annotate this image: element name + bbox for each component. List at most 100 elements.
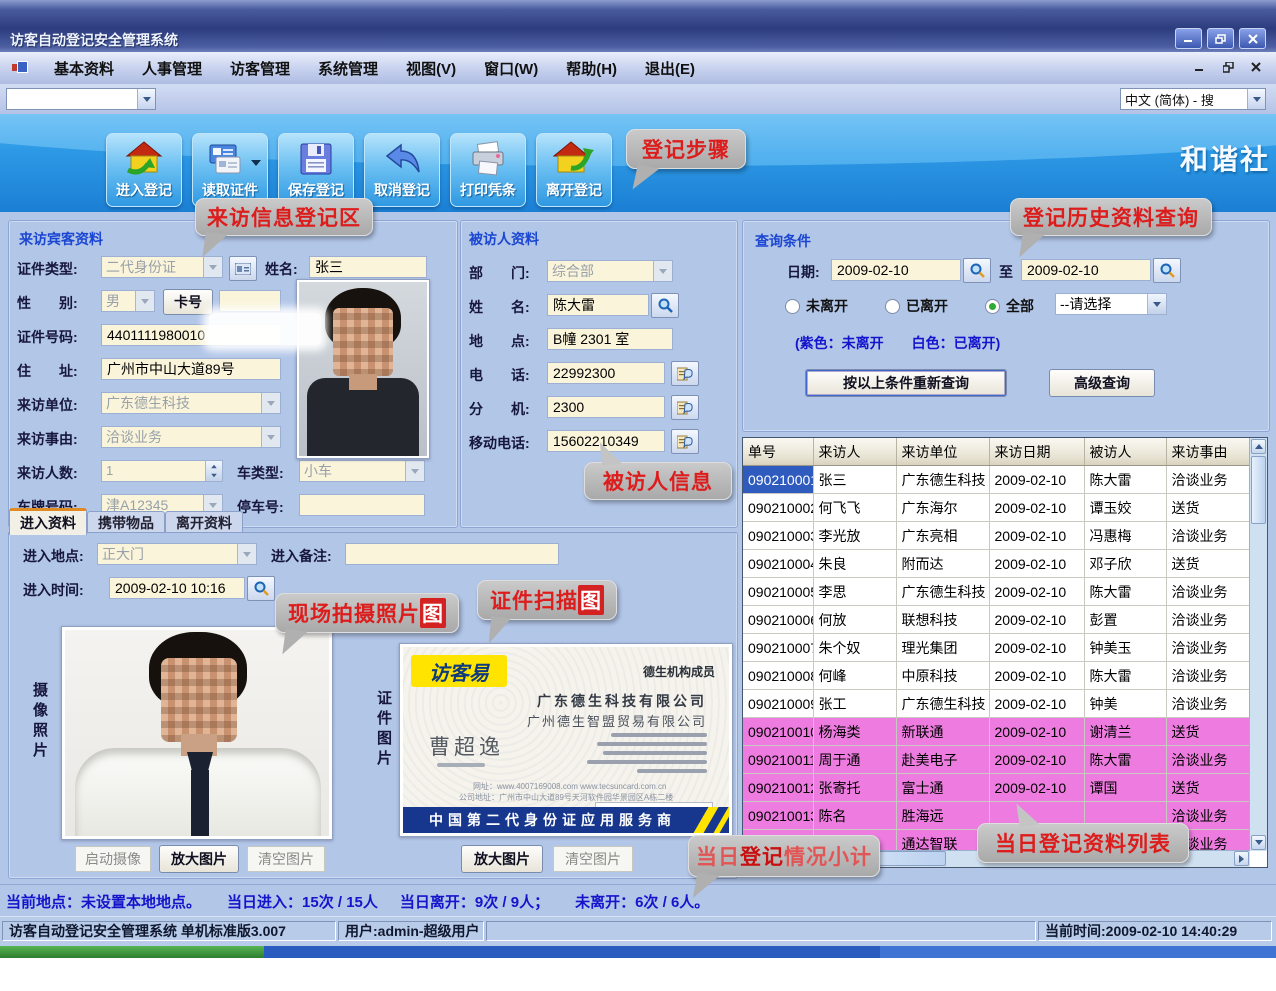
reason-dropdown[interactable]: 洽谈业务 bbox=[101, 426, 281, 448]
entry-note-input[interactable] bbox=[345, 543, 559, 565]
search-icon[interactable] bbox=[651, 293, 679, 318]
zoom-photo-button[interactable]: 放大图片 bbox=[159, 845, 239, 873]
table-cell[interactable]: 陈大雷 bbox=[1084, 662, 1166, 690]
table-cell[interactable]: 朱良 bbox=[813, 550, 896, 578]
call-note-icon[interactable] bbox=[671, 429, 699, 454]
table-cell[interactable]: 广东海尔 bbox=[896, 494, 989, 522]
table-cell[interactable]: 杨海类 bbox=[813, 718, 896, 746]
table-cell[interactable]: 广东亮相 bbox=[896, 522, 989, 550]
table-cell[interactable]: 2009-02-10 bbox=[989, 662, 1084, 690]
radio-icon[interactable] bbox=[985, 299, 1000, 314]
table-cell[interactable]: 洽谈业务 bbox=[1166, 466, 1250, 494]
table-cell[interactable]: 赴美电子 bbox=[896, 746, 989, 774]
table-cell[interactable]: 送货 bbox=[1166, 718, 1250, 746]
table-cell[interactable]: 2009-02-10 bbox=[989, 494, 1084, 522]
table-cell[interactable]: 钟美 bbox=[1084, 690, 1166, 718]
table-cell[interactable]: 何放 bbox=[813, 606, 896, 634]
col-header[interactable]: 被访人 bbox=[1084, 438, 1166, 466]
radio-left[interactable]: 已离开 bbox=[885, 296, 948, 316]
vertical-scrollbar[interactable] bbox=[1249, 438, 1267, 851]
table-cell[interactable]: 090210009 bbox=[743, 690, 813, 718]
table-cell[interactable]: 钟美玉 bbox=[1084, 634, 1166, 662]
read-card-button[interactable]: 读取证件 bbox=[192, 133, 268, 207]
date-picker-icon[interactable] bbox=[1153, 258, 1181, 283]
table-cell[interactable]: 洽谈业务 bbox=[1166, 746, 1250, 774]
table-cell[interactable]: 张寄托 bbox=[813, 774, 896, 802]
requery-button[interactable]: 按以上条件重新查询 bbox=[805, 369, 1007, 397]
table-cell[interactable]: 090210008 bbox=[743, 662, 813, 690]
table-cell[interactable]: 陈大雷 bbox=[1084, 578, 1166, 606]
entry-time-input[interactable]: 2009-02-10 10:16 bbox=[109, 577, 245, 599]
minimize-icon[interactable] bbox=[1175, 28, 1202, 49]
mdi-close-icon[interactable] bbox=[1248, 59, 1264, 75]
call-note-icon[interactable] bbox=[671, 361, 699, 386]
table-cell[interactable]: 2009-02-10 bbox=[989, 774, 1084, 802]
chevron-down-icon[interactable] bbox=[1247, 89, 1265, 109]
table-cell[interactable]: 陈名 bbox=[813, 802, 896, 830]
visitor-name-input[interactable]: 张三 bbox=[309, 256, 427, 278]
table-cell[interactable]: 李思 bbox=[813, 578, 896, 606]
call-note-icon[interactable] bbox=[671, 395, 699, 420]
table-cell[interactable]: 张工 bbox=[813, 690, 896, 718]
save-register-button[interactable]: 保存登记 bbox=[278, 133, 354, 207]
table-cell[interactable]: 090210010 bbox=[743, 718, 813, 746]
table-cell[interactable]: 送货 bbox=[1166, 494, 1250, 522]
table-row[interactable]: 090210002何飞飞广东海尔2009-02-10谭玉姣送货 bbox=[743, 494, 1250, 522]
col-header[interactable]: 来访日期 bbox=[989, 438, 1084, 466]
table-cell[interactable]: 邓子欣 bbox=[1084, 550, 1166, 578]
table-cell[interactable]: 090210012 bbox=[743, 774, 813, 802]
scroll-down-icon[interactable] bbox=[1251, 835, 1266, 850]
company-dropdown[interactable]: 广东德生科技 bbox=[101, 392, 281, 414]
advanced-query-button[interactable]: 高级查询 bbox=[1049, 369, 1155, 397]
menu-item-visitor[interactable]: 访客管理 bbox=[216, 58, 304, 79]
restore-icon[interactable] bbox=[1207, 28, 1234, 49]
table-cell[interactable]: 洽谈业务 bbox=[1166, 522, 1250, 550]
scroll-up-icon[interactable] bbox=[1251, 439, 1266, 454]
date-from-input[interactable]: 2009-02-10 bbox=[831, 259, 961, 281]
radio-all[interactable]: 全部 bbox=[985, 296, 1034, 316]
cert-type-dropdown[interactable]: 二代身份证 bbox=[101, 256, 223, 278]
start-camera-button[interactable]: 启动摄像 bbox=[75, 846, 151, 872]
table-cell[interactable]: 2009-02-10 bbox=[989, 634, 1084, 662]
table-cell[interactable]: 2009-02-10 bbox=[989, 466, 1084, 494]
table-cell[interactable]: 广东德生科技 bbox=[896, 466, 989, 494]
parking-input[interactable] bbox=[299, 494, 425, 516]
id-card-reader-icon[interactable] bbox=[229, 256, 257, 281]
table-cell[interactable]: 洽谈业务 bbox=[1166, 578, 1250, 606]
table-row[interactable]: 090210009张工广东德生科技2009-02-10钟美洽谈业务 bbox=[743, 690, 1250, 718]
location-input[interactable]: B幢 2301 室 bbox=[547, 328, 673, 350]
table-cell[interactable]: 090210001 bbox=[743, 466, 813, 494]
dept-dropdown[interactable]: 综合部 bbox=[547, 260, 673, 282]
table-cell[interactable]: 朱个奴 bbox=[813, 634, 896, 662]
table-cell[interactable]: 090210004 bbox=[743, 550, 813, 578]
table-row[interactable]: 090210006何放联想科技2009-02-10彭置洽谈业务 bbox=[743, 606, 1250, 634]
visitor-count-stepper[interactable]: 1 bbox=[101, 460, 223, 482]
table-row[interactable]: 090210012张寄托富士通2009-02-10谭国送货 bbox=[743, 774, 1250, 802]
print-ticket-button[interactable]: 打印凭条 bbox=[450, 133, 526, 207]
table-cell[interactable]: 2009-02-10 bbox=[989, 550, 1084, 578]
table-cell[interactable]: 2009-02-10 bbox=[989, 522, 1084, 550]
phone-input[interactable]: 22992300 bbox=[547, 362, 665, 384]
table-cell[interactable]: 洽谈业务 bbox=[1166, 690, 1250, 718]
table-cell[interactable]: 周于通 bbox=[813, 746, 896, 774]
table-cell[interactable]: 通达智联 bbox=[896, 830, 989, 852]
col-header[interactable]: 来访单位 bbox=[896, 438, 989, 466]
date-picker-icon[interactable] bbox=[247, 576, 275, 601]
leave-register-button[interactable]: 离开登记 bbox=[536, 133, 612, 207]
visited-name-input[interactable]: 陈大雷 bbox=[547, 294, 649, 316]
table-row[interactable]: 090210001张三广东德生科技2009-02-10陈大雷洽谈业务 bbox=[743, 466, 1250, 494]
table-cell[interactable]: 何峰 bbox=[813, 662, 896, 690]
table-row[interactable]: 090210007朱个奴理光集团2009-02-10钟美玉洽谈业务 bbox=[743, 634, 1250, 662]
card-number-button[interactable]: 卡号 bbox=[163, 289, 213, 315]
table-cell[interactable]: 洽谈业务 bbox=[1166, 662, 1250, 690]
table-row[interactable]: 090210011周于通赴美电子2009-02-10陈大雷洽谈业务 bbox=[743, 746, 1250, 774]
zoom-card-button[interactable]: 放大图片 bbox=[461, 845, 543, 873]
table-cell[interactable]: 富士通 bbox=[896, 774, 989, 802]
table-cell[interactable]: 送货 bbox=[1166, 774, 1250, 802]
table-row[interactable]: 090210003李光放广东亮相2009-02-10冯惠梅洽谈业务 bbox=[743, 522, 1250, 550]
table-cell[interactable]: 附而达 bbox=[896, 550, 989, 578]
table-cell[interactable]: 冯惠梅 bbox=[1084, 522, 1166, 550]
menu-item-hr[interactable]: 人事管理 bbox=[128, 58, 216, 79]
table-row[interactable]: 090210005李思广东德生科技2009-02-10陈大雷洽谈业务 bbox=[743, 578, 1250, 606]
col-header[interactable]: 来访事由 bbox=[1166, 438, 1250, 466]
